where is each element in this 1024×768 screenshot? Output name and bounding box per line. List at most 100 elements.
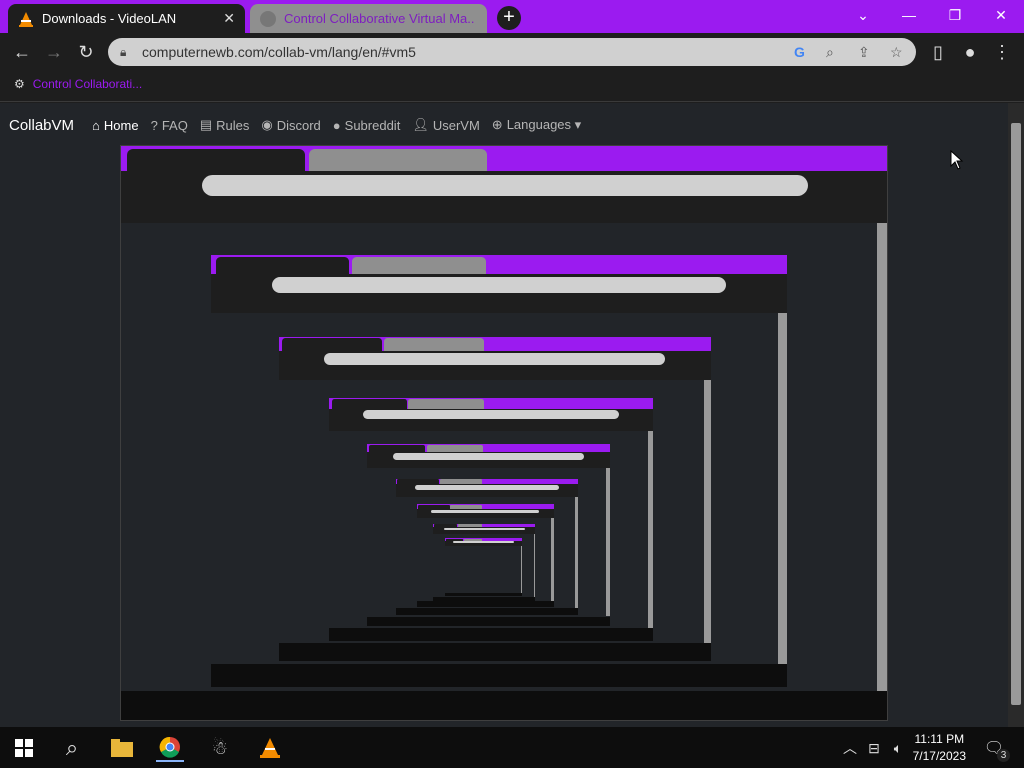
volume-muted-icon[interactable]: 🔈︎ (884, 734, 912, 762)
nav-faq[interactable]: ? FAQ (151, 118, 188, 133)
tab-downloads-videolan[interactable]: Downloads - VideoLAN ✕ (8, 4, 245, 33)
nested-screen (444, 538, 522, 596)
nested-tab (352, 257, 486, 274)
nested-address-bar (202, 175, 808, 196)
nested-tabstrip (329, 398, 654, 409)
question-icon: ? (150, 117, 158, 133)
address-bar[interactable]: 🔒︎ computernewb.com/collab-vm/lang/en/#v… (108, 38, 916, 66)
browser-toolbar: ← → ↻ 🔒︎ computernewb.com/collab-vm/lang… (0, 33, 1024, 71)
nested-tab (384, 338, 485, 351)
vlc-button[interactable] (256, 734, 284, 762)
bookmark-collabvm[interactable]: ⚙ Control Collaborati... (14, 77, 142, 91)
chrome-button[interactable] (156, 734, 184, 762)
nested-tab (408, 399, 484, 409)
nested-taskbar (278, 643, 711, 661)
tab-title: Control Collaborative Virtual Ma... (284, 11, 474, 26)
bookmark-label: Control Collaborati... (32, 77, 143, 91)
nested-scrollbar (551, 518, 554, 602)
bookmark-star-icon[interactable]: ☆ (890, 38, 903, 66)
google-icon[interactable]: G (794, 38, 805, 66)
nested-tab (215, 257, 349, 274)
minimize-button[interactable]: — (886, 0, 932, 30)
file-explorer-button[interactable] (108, 734, 136, 762)
mouse-cursor-icon (950, 150, 964, 170)
nav-discord[interactable]: ◉ Discord (261, 117, 320, 133)
clipboard-icon: ▤ (199, 117, 213, 132)
nav-home[interactable]: ⌂ Home (92, 118, 139, 133)
clock-date: 7/17/2023 (912, 749, 966, 763)
nav-rules[interactable]: ▤ Rules (200, 117, 250, 133)
menu-icon[interactable]: ⋮ (990, 41, 1014, 65)
restore-button[interactable]: ❐ (932, 0, 978, 30)
nested-tab (127, 149, 305, 171)
notification-count: 3 (997, 749, 1010, 762)
nav-subreddit[interactable]: ● Subreddit (333, 118, 401, 133)
tab-search-icon[interactable]: ⌄ (840, 0, 886, 30)
nested-scrollbar (648, 430, 654, 628)
zoom-icon[interactable]: ⌕ (826, 38, 834, 66)
browser-tabstrip: Downloads - VideoLAN ✕ Control Collabora… (0, 0, 1024, 33)
nested-address-bar (443, 527, 525, 531)
nested-address-bar (453, 541, 514, 544)
chrome-icon (159, 736, 180, 758)
nested-toolbar (329, 408, 654, 431)
tab-collabvm[interactable]: Control Collaborative Virtual Ma... (250, 4, 487, 33)
windows-icon (15, 739, 33, 757)
nested-taskbar (121, 691, 887, 720)
page-scrollbar[interactable] (1008, 103, 1024, 727)
user-icon: 👤︎ (412, 117, 429, 132)
folder-icon (111, 739, 133, 757)
close-window-button[interactable]: ✕ (978, 0, 1024, 30)
search-button[interactable]: ⌕ (58, 734, 86, 762)
url-text: computernewb.com/collab-vm/lang/en/#vm5 (142, 44, 416, 60)
nested-scrollbar (778, 312, 787, 664)
collabvm-icon: ⚙ (14, 77, 25, 91)
back-button[interactable]: ← (10, 41, 34, 65)
nested-address-bar (392, 453, 585, 460)
vm-display[interactable] (120, 145, 888, 721)
nested-taskbar (395, 607, 578, 616)
nested-scrollbar (877, 223, 887, 691)
nested-toolbar (444, 540, 522, 547)
nested-taskbar (211, 663, 787, 687)
side-panel-icon[interactable]: ▯ (926, 41, 950, 65)
nested-scrollbar (520, 546, 522, 593)
nested-address-bar (271, 276, 727, 293)
globe-icon: ⊕ (491, 117, 503, 132)
profile-icon[interactable]: ● (958, 41, 982, 65)
nested-scrollbar (533, 534, 536, 597)
nested-scrollbar (574, 496, 578, 608)
share-icon[interactable]: ⇪ (858, 38, 870, 66)
tab-close-icon[interactable]: ✕ (223, 10, 235, 27)
forward-button[interactable]: → (42, 41, 66, 65)
app-button[interactable]: ☃ (206, 734, 234, 762)
nested-tab (368, 444, 426, 452)
nested-toolbar (367, 451, 611, 469)
nav-languages[interactable]: ⊕ Languages ▾ (492, 117, 581, 133)
tab-title: Downloads - VideoLAN (42, 11, 177, 26)
nav-uservm[interactable]: 👤︎ UserVM (412, 117, 479, 133)
nested-tab (331, 399, 407, 409)
nested-address-bar (324, 353, 665, 365)
search-icon: ⌕ (65, 735, 79, 760)
nested-toolbar (432, 527, 536, 535)
clock-time: 11:11 PM (914, 732, 965, 746)
start-button[interactable] (10, 734, 38, 762)
nested-tabstrip (367, 444, 611, 452)
home-icon: ⌂ (92, 117, 100, 133)
bookmarks-bar: ⚙ Control Collaborati... (0, 71, 1024, 102)
system-clock[interactable]: 11:11 PM 7/17/2023 (913, 731, 966, 765)
notifications-button[interactable]: 🗨︎ 3 (980, 734, 1010, 762)
scrollbar-thumb[interactable] (1011, 123, 1021, 705)
reload-button[interactable]: ↻ (74, 41, 98, 65)
new-tab-button[interactable]: + (497, 6, 521, 30)
nested-toolbar (416, 508, 554, 519)
app-icon: ☃ (211, 737, 229, 758)
site-navbar: CollabVM ⌂ Home ? FAQ ▤ Rules ◉ Discord ● Sub… (0, 103, 1008, 147)
nested-tab (309, 149, 487, 171)
site-brand[interactable]: CollabVM (9, 117, 74, 134)
nested-taskbar (367, 616, 611, 627)
nested-toolbar (395, 484, 578, 497)
reddit-icon: ● (332, 117, 341, 133)
nested-tab (281, 338, 382, 351)
